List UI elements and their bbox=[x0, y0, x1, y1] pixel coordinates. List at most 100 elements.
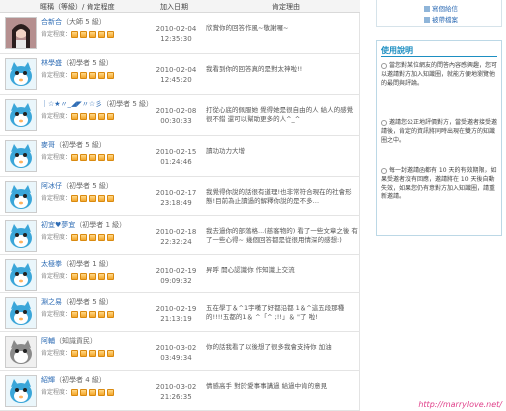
fame-coin-icon bbox=[89, 234, 97, 241]
join-date: 2010-02-08 00:30:33 bbox=[146, 106, 206, 126]
user-name: 太極拳（初學者 1 級） bbox=[41, 259, 113, 269]
user-name: 合新合（大師 5 級） bbox=[41, 17, 106, 27]
reason-text: 五在學丁＆^1宇嘆了好都沿都 1＆^這五段那種的!!!!五都的1＆ ^「^ ;!… bbox=[206, 304, 345, 321]
user-name-link[interactable]: 阿輔 bbox=[41, 337, 55, 345]
avatar[interactable] bbox=[5, 99, 37, 131]
fame-coin-icon bbox=[80, 234, 88, 241]
user-name-link[interactable]: 合新合 bbox=[41, 18, 62, 26]
fame-label: 肯定程度： bbox=[41, 389, 72, 396]
fame-coin-icon bbox=[107, 350, 115, 357]
table-row: 初宜♥夢宜（初學者 1 級） 肯定程度： 2010-02-18 22:32:24 我去過… bbox=[0, 216, 360, 255]
avatar[interactable] bbox=[5, 220, 37, 252]
table-row: 麥哥（初學者 5 級） 肯定程度： 2010-02-15 01:24:46 讀功功力大增 bbox=[0, 136, 360, 177]
fame-coin-icon bbox=[71, 389, 79, 396]
join-date-time: 03:49:34 bbox=[160, 354, 192, 362]
user-name-link[interactable]: 阿冰仔 bbox=[41, 182, 62, 190]
fame-label: 肯定程度： bbox=[41, 31, 72, 38]
avatar[interactable] bbox=[5, 375, 37, 407]
fame-label: 肯定程度： bbox=[41, 113, 72, 120]
user-name-link[interactable]: ｜☆★〃_◢◤〃☆彡 bbox=[41, 100, 102, 108]
fame-rating: 肯定程度： bbox=[41, 152, 116, 161]
fame-rating: 肯定程度： bbox=[41, 70, 116, 79]
user-name-link[interactable]: 淵之易 bbox=[41, 298, 62, 306]
user-level: （初學者 5 級） bbox=[62, 298, 113, 306]
join-date: 2010-02-04 12:45:20 bbox=[146, 65, 206, 85]
table-row: 阿輔（知識貢民） 肯定程度： 2010-03-02 03:49:34 你的話我看了以後想… bbox=[0, 332, 360, 371]
bullet-icon bbox=[381, 62, 387, 69]
fame-coin-icon bbox=[89, 389, 97, 396]
table-row: 紹輝（初學者 4 級） 肯定程度： 2010-03-02 21:26:35 情感高手 對… bbox=[0, 371, 360, 411]
join-date-day: 2010-02-17 bbox=[155, 189, 197, 197]
avatar[interactable] bbox=[5, 17, 37, 49]
user-name-link[interactable]: 林學盛 bbox=[41, 59, 62, 67]
fame-label: 肯定程度： bbox=[41, 234, 72, 241]
join-date-time: 09:09:32 bbox=[160, 277, 192, 285]
reason-text: 我覺得你說的話很有道理!也非常符合現在的社會形態!目前為止讀過的解釋你說的是不多… bbox=[206, 188, 352, 205]
user-name: 阿冰仔（初學者 5 級） bbox=[41, 181, 113, 191]
avatar[interactable] bbox=[5, 259, 37, 291]
user-name-link[interactable]: 麥哥 bbox=[41, 141, 55, 149]
avatar[interactable] bbox=[5, 297, 37, 329]
avatar[interactable] bbox=[5, 181, 37, 213]
sidebar-link-write[interactable]: 寫個給信 bbox=[424, 3, 458, 13]
user-level: （知識貢民） bbox=[55, 337, 97, 345]
avatar[interactable] bbox=[5, 336, 37, 368]
sidebar-links: 寫個給信 被帶檔案 bbox=[376, 0, 502, 27]
user-name: 阿輔（知識貢民） bbox=[41, 336, 97, 346]
fame-coin-icon bbox=[98, 234, 106, 241]
reason-text: 我去過你的部落格...(慈客物的) 看了一些文章之後 有了一些心得~ 幾個回答都… bbox=[206, 227, 358, 244]
fame-coin-icon bbox=[89, 273, 97, 280]
sidebar-link-files[interactable]: 被帶檔案 bbox=[424, 14, 458, 24]
avatar[interactable] bbox=[5, 140, 37, 172]
join-date-day: 2010-02-19 bbox=[155, 305, 197, 313]
reason-text: 我看到你的回答真的是對太神啦!! bbox=[206, 65, 303, 73]
join-date-time: 01:24:46 bbox=[160, 158, 192, 166]
join-date-day: 2010-02-04 bbox=[155, 66, 197, 74]
join-date-day: 2010-02-18 bbox=[155, 228, 197, 236]
reason-text: 讀功功力大增 bbox=[206, 147, 245, 155]
fame-coin-icon bbox=[107, 311, 115, 318]
fame-coins bbox=[71, 273, 116, 280]
user-name-link[interactable]: 初宜♥夢宜 bbox=[41, 221, 75, 229]
fame-coin-icon bbox=[98, 72, 106, 79]
fame-coin-icon bbox=[107, 31, 115, 38]
fame-coin-icon bbox=[98, 195, 106, 202]
fame-coin-icon bbox=[71, 31, 79, 38]
user-name: 淵之易（初學者 5 級） bbox=[41, 297, 113, 307]
join-date: 2010-02-04 12:35:30 bbox=[146, 24, 206, 44]
fame-coins bbox=[71, 350, 116, 357]
usage-guide: 使用說明 當您對某位網友的問答內容感興趣，您可以邀請對方加入知識圈，就能方便地瀏… bbox=[376, 40, 502, 236]
header-user: 暱稱（等級）/ 肯定程度 bbox=[40, 3, 115, 11]
fame-coin-icon bbox=[107, 72, 115, 79]
fans-list: 暱稱（等級）/ 肯定程度 加入日期 肯定理由 合新合（大師 5 級） 肯定程度： 2… bbox=[0, 0, 360, 411]
fame-coin-icon bbox=[71, 113, 79, 120]
fame-coin-icon bbox=[80, 31, 88, 38]
table-row: 阿冰仔（初學者 5 級） 肯定程度： 2010-02-17 23:18:49 我覺得你說… bbox=[0, 177, 360, 216]
site-watermark: http://marrylove.net/ bbox=[418, 400, 502, 409]
file-icon bbox=[424, 17, 430, 23]
join-date: 2010-03-02 21:26:35 bbox=[146, 382, 206, 402]
fame-label: 肯定程度： bbox=[41, 273, 72, 280]
join-date: 2010-02-17 23:18:49 bbox=[146, 188, 206, 208]
fame-coin-icon bbox=[107, 113, 115, 120]
reason-text: 你的話我看了以後想了很多我會支持你 加油 bbox=[206, 343, 332, 351]
fame-coin-icon bbox=[71, 154, 79, 161]
fame-coins bbox=[71, 113, 116, 120]
usage-note: 每一封邀請函都有 10 天的有效期限，如果受邀者沒有回應，邀請將在 10 天後自… bbox=[381, 167, 497, 201]
user-name-link[interactable]: 太極拳 bbox=[41, 260, 62, 268]
user-name-link[interactable]: 紹輝 bbox=[41, 376, 55, 384]
bullet-icon bbox=[381, 167, 387, 174]
user-name: ｜☆★〃_◢◤〃☆彡（初學者 5 級） bbox=[41, 99, 153, 109]
avatar[interactable] bbox=[5, 58, 37, 90]
fame-coin-icon bbox=[98, 350, 106, 357]
reason-text: 欣賞你的回答作風~敬謝囉~ bbox=[206, 24, 289, 32]
join-date-time: 23:18:49 bbox=[160, 199, 192, 207]
join-date-day: 2010-03-02 bbox=[155, 344, 197, 352]
fame-coin-icon bbox=[89, 72, 97, 79]
user-level: （大師 5 級） bbox=[62, 18, 106, 26]
join-date: 2010-02-15 01:24:46 bbox=[146, 147, 206, 167]
table-row: 太極拳（初學者 1 級） 肯定程度： 2010-02-19 09:09:32 昇呼 開心… bbox=[0, 255, 360, 293]
fame-coin-icon bbox=[80, 72, 88, 79]
fame-coin-icon bbox=[80, 195, 88, 202]
fame-coin-icon bbox=[98, 389, 106, 396]
